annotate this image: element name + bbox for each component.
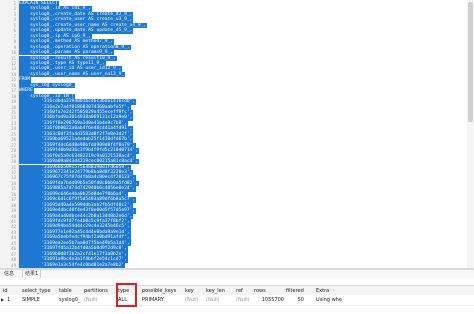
cell-partitions[interactable]: (Null): [84, 295, 116, 305]
explain-result-grid: id select_type table partitions type possible…: [0, 279, 474, 314]
cell-filtered[interactable]: 50: [286, 295, 304, 305]
cell-key[interactable]: (Null): [185, 295, 205, 305]
editor-vertical-scrollbar[interactable]: [467, 0, 474, 268]
cell-rows[interactable]: 1055700: [254, 295, 284, 305]
tab-result-1[interactable]: 结果1: [22, 270, 42, 278]
result-tabs: 信息 结果1: [0, 270, 474, 278]
sql-editor[interactable]: 1 EXPLAIN SELECT 2 syslog0_.id AS id1_9_, 3…: [0, 0, 474, 268]
cell-key_len[interactable]: (Null): [206, 295, 234, 305]
cell-id[interactable]: 1: [7, 295, 19, 305]
current-row-marker-icon: ▶: [1, 297, 5, 302]
cell-table[interactable]: syslog0_: [59, 295, 83, 305]
table-row[interactable]: ▶ 1 SIMPLE syslog0_ (Null) ALL PRIMARY (Null) (N…: [0, 295, 474, 306]
cell-extra[interactable]: Using whe: [316, 295, 356, 305]
cell-possible_keys[interactable]: PRIMARY: [142, 295, 184, 305]
cell-select_type[interactable]: SIMPLE: [22, 295, 58, 305]
scrollbar-thumb[interactable]: [468, 2, 473, 122]
cell-ref[interactable]: (Null): [236, 295, 253, 305]
type-column-highlight-box: [116, 283, 137, 307]
tab-info[interactable]: 信息: [2, 270, 16, 278]
